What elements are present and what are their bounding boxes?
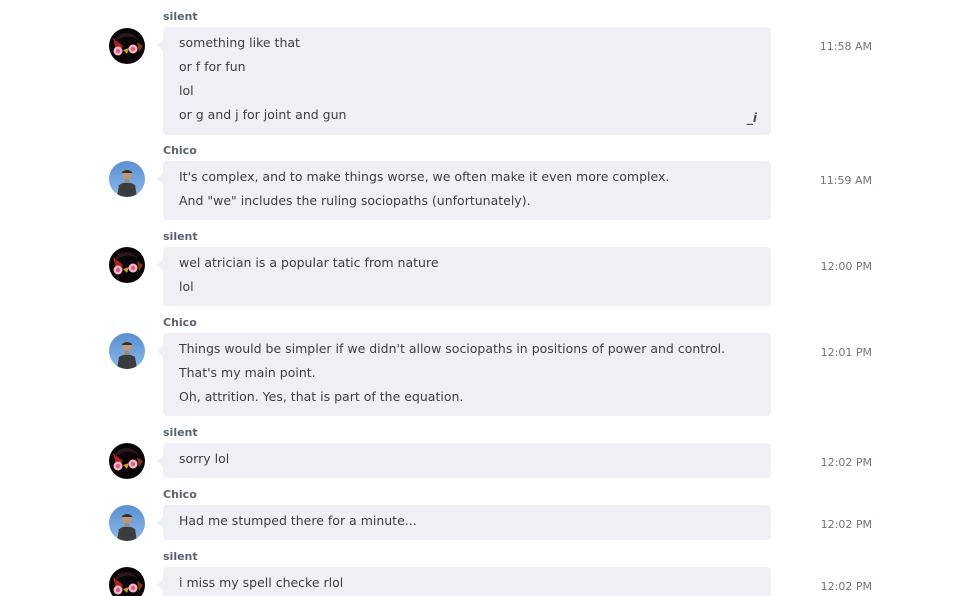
avatar[interactable]: [109, 247, 145, 283]
timestamp: 11:58 AM: [819, 40, 872, 53]
sender-name[interactable]: silent: [163, 230, 198, 243]
sender-name[interactable]: Chico: [163, 144, 197, 157]
avatar[interactable]: [109, 161, 145, 197]
message-text: It's complex, and to make things worse, …: [179, 169, 670, 184]
timestamp: 12:00 PM: [820, 260, 872, 273]
edited-icon[interactable]: _i: [747, 111, 757, 125]
message-bubble: Things would be simpler if we didn't all…: [157, 333, 771, 416]
timestamp: 12:01 PM: [820, 346, 872, 359]
avatar[interactable]: [109, 28, 145, 64]
message-bubble: something like that or f for fun lol or …: [157, 27, 771, 135]
avatar[interactable]: [109, 333, 145, 369]
message-text: lol: [179, 279, 194, 294]
message-text: sorry lol: [179, 451, 230, 466]
sender-name[interactable]: silent: [163, 550, 198, 563]
message-bubble: sorry lol: [157, 443, 771, 478]
message-text: Things would be simpler if we didn't all…: [179, 341, 726, 356]
message-text: wel atrician is a popular tatic from nat…: [179, 255, 439, 270]
timestamp: 12:02 PM: [820, 456, 872, 469]
message-text: i miss my spell checke rlol: [179, 575, 344, 590]
message-bubble: wel atrician is a popular tatic from nat…: [157, 247, 771, 306]
message-text: And "we" includes the ruling sociopaths …: [179, 193, 531, 208]
chat-conversation: silent something like that or f for fun …: [0, 0, 975, 596]
message-text: or f for fun: [179, 59, 246, 74]
message-text: Oh, attrition. Yes, that is part of the …: [179, 389, 464, 404]
sender-name[interactable]: silent: [163, 10, 198, 23]
avatar[interactable]: [109, 443, 145, 479]
avatar[interactable]: [109, 567, 145, 596]
message-text: lol: [179, 83, 194, 98]
sender-name[interactable]: Chico: [163, 488, 197, 501]
message-bubble: Had me stumped there for a minute...: [157, 505, 771, 540]
sender-name[interactable]: silent: [163, 426, 198, 439]
timestamp: 12:02 PM: [820, 580, 872, 593]
message-bubble: It's complex, and to make things worse, …: [157, 161, 771, 220]
message-text: something like that: [179, 35, 300, 50]
sender-name[interactable]: Chico: [163, 316, 197, 329]
message-text: Had me stumped there for a minute...: [179, 513, 417, 528]
message-text: or g and j for joint and gun: [179, 107, 347, 122]
avatar[interactable]: [109, 505, 145, 541]
message-text: That's my main point.: [179, 365, 316, 380]
timestamp: 11:59 AM: [819, 174, 872, 187]
timestamp: 12:02 PM: [820, 518, 872, 531]
message-bubble: i miss my spell checke rlol: [157, 567, 771, 596]
